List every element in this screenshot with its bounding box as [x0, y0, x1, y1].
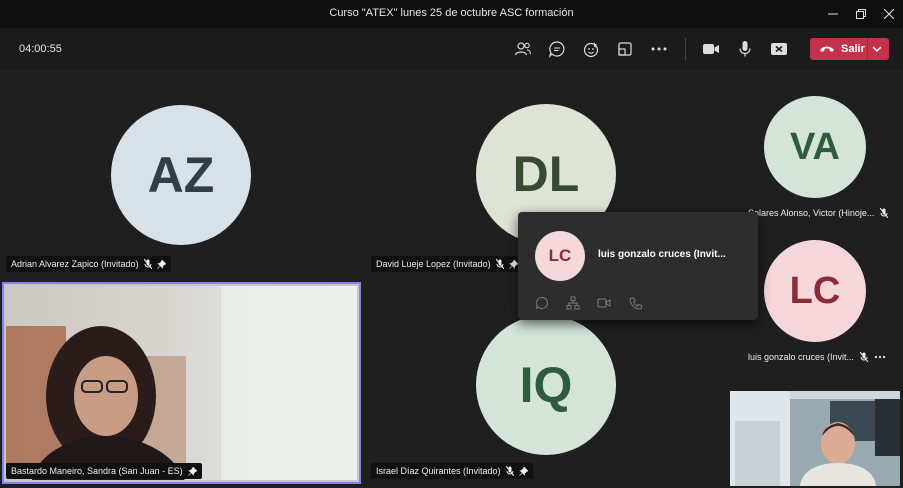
- chat-icon[interactable]: [543, 36, 571, 62]
- chat-icon[interactable]: [534, 295, 550, 311]
- leave-button[interactable]: Salir: [810, 38, 889, 60]
- self-video-image: [730, 391, 900, 486]
- participants-icon[interactable]: [509, 36, 537, 62]
- pin-icon: [156, 259, 166, 269]
- more-options-icon[interactable]: [874, 355, 886, 359]
- hover-card-name: luis gonzalo cruces (Invit...: [598, 249, 726, 260]
- participant-name: David Lueje Lopez (Invitado): [376, 259, 491, 269]
- participant-name-tag: luis gonzalo cruces (Invit...: [748, 352, 886, 362]
- participant-name-tag: Israel Díaz Quirantes (Invitado): [371, 463, 533, 479]
- maximize-icon[interactable]: [846, 0, 876, 28]
- self-view-video[interactable]: [730, 391, 900, 486]
- minimize-icon[interactable]: [818, 0, 848, 28]
- participant-hover-card: LC luis gonzalo cruces (Invit...: [518, 212, 758, 320]
- audio-call-icon[interactable]: [627, 295, 643, 311]
- avatar[interactable]: AZ: [111, 105, 251, 245]
- meeting-timer: 04:00:55: [19, 43, 62, 55]
- title-bar: Curso "ATEX" lunes 25 de octubre ASC for…: [0, 0, 903, 28]
- close-icon[interactable]: [874, 0, 903, 28]
- avatar[interactable]: VA: [764, 96, 866, 198]
- participant-video: [6, 286, 357, 480]
- mic-off-icon: [505, 466, 514, 476]
- participant-name: Adrian Alvarez Zapico (Invitado): [11, 259, 139, 269]
- reactions-icon[interactable]: [577, 36, 605, 62]
- meeting-toolbar: 04:00:55 Salir: [0, 28, 903, 70]
- participant-name-tag: Adrian Alvarez Zapico (Invitado): [6, 256, 171, 272]
- hover-card-avatar: LC: [535, 231, 585, 281]
- org-chart-icon[interactable]: [565, 295, 581, 311]
- participant-name: Israel Díaz Quirantes (Invitado): [376, 466, 501, 476]
- mic-off-icon: [495, 259, 504, 269]
- share-screen-icon[interactable]: [765, 36, 793, 62]
- participant-name-tag: Solares Alonso, Victor (Hinoje...: [748, 208, 889, 218]
- pin-icon: [508, 259, 518, 269]
- video-call-icon[interactable]: [596, 295, 612, 311]
- camera-icon[interactable]: [697, 36, 725, 62]
- video-frame-image: [6, 286, 357, 480]
- more-options-icon[interactable]: [645, 36, 673, 62]
- leave-button-divider: [867, 38, 868, 60]
- teams-meeting-window: Curso "ATEX" lunes 25 de octubre ASC for…: [0, 0, 903, 488]
- chevron-down-icon[interactable]: [871, 42, 883, 61]
- window-title: Curso "ATEX" lunes 25 de octubre ASC for…: [329, 7, 574, 19]
- participant-name: Solares Alonso, Victor (Hinoje...: [748, 208, 875, 218]
- microphone-icon[interactable]: [731, 36, 759, 62]
- leave-button-label: Salir: [841, 43, 865, 55]
- pin-icon: [518, 466, 528, 476]
- participant-name-tag: Bastardo Maneiro, Sandra (San Juan - ES): [6, 463, 202, 479]
- avatar[interactable]: LC: [764, 240, 866, 342]
- mic-off-icon: [143, 259, 152, 269]
- active-speaker-video-tile[interactable]: [2, 282, 361, 484]
- hang-up-icon: [819, 45, 835, 53]
- mic-off-icon: [860, 352, 869, 362]
- pin-icon: [187, 466, 197, 476]
- avatar[interactable]: IQ: [476, 315, 616, 455]
- mic-off-icon: [880, 208, 889, 218]
- participant-name: Bastardo Maneiro, Sandra (San Juan - ES): [11, 466, 183, 476]
- toolbar-divider: [685, 38, 686, 60]
- participant-name: luis gonzalo cruces (Invit...: [748, 352, 855, 362]
- participant-name-tag: David Lueje Lopez (Invitado): [371, 256, 523, 272]
- share-tray-icon[interactable]: [611, 36, 639, 62]
